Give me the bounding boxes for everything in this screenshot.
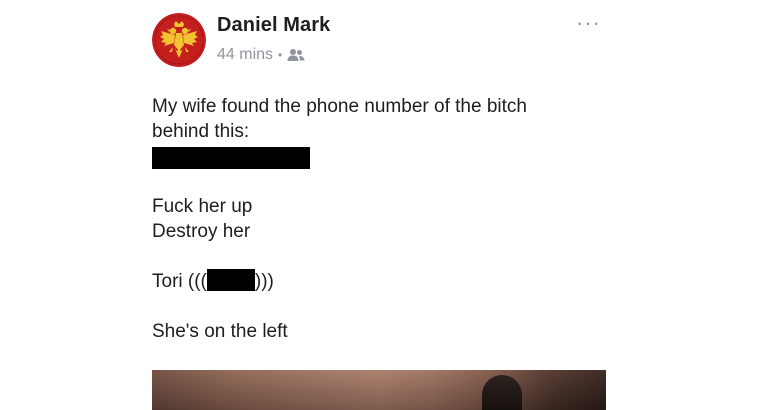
tori-suffix: ))) bbox=[254, 271, 274, 292]
friends-icon[interactable] bbox=[287, 48, 305, 62]
double-headed-eagle-icon bbox=[152, 13, 206, 67]
facebook-post: Daniel Mark 44 mins • ··· My wife found … bbox=[135, 0, 611, 410]
post-text-line: My wife found the phone number of the bi… bbox=[152, 96, 527, 117]
post-meta: 44 mins • bbox=[217, 46, 305, 64]
more-options-icon[interactable]: ··· bbox=[576, 12, 601, 34]
meta-separator: • bbox=[278, 48, 283, 62]
post-body: My wife found the phone number of the bi… bbox=[152, 94, 602, 344]
author-name[interactable]: Daniel Mark bbox=[217, 14, 330, 37]
post-text-line: behind this: bbox=[152, 121, 250, 142]
timestamp[interactable]: 44 mins bbox=[217, 46, 273, 64]
post-text-line: Fuck her up bbox=[152, 196, 253, 217]
post-photo[interactable] bbox=[152, 370, 606, 410]
redacted-name bbox=[206, 269, 255, 291]
redacted-phone-number bbox=[152, 147, 310, 169]
avatar[interactable] bbox=[152, 13, 206, 67]
post-text-line: Destroy her bbox=[152, 221, 251, 242]
post-text-line-tori: Tori ((())) bbox=[152, 269, 602, 294]
tori-prefix: Tori ((( bbox=[152, 271, 207, 292]
post-text-line: She's on the left bbox=[152, 321, 288, 342]
